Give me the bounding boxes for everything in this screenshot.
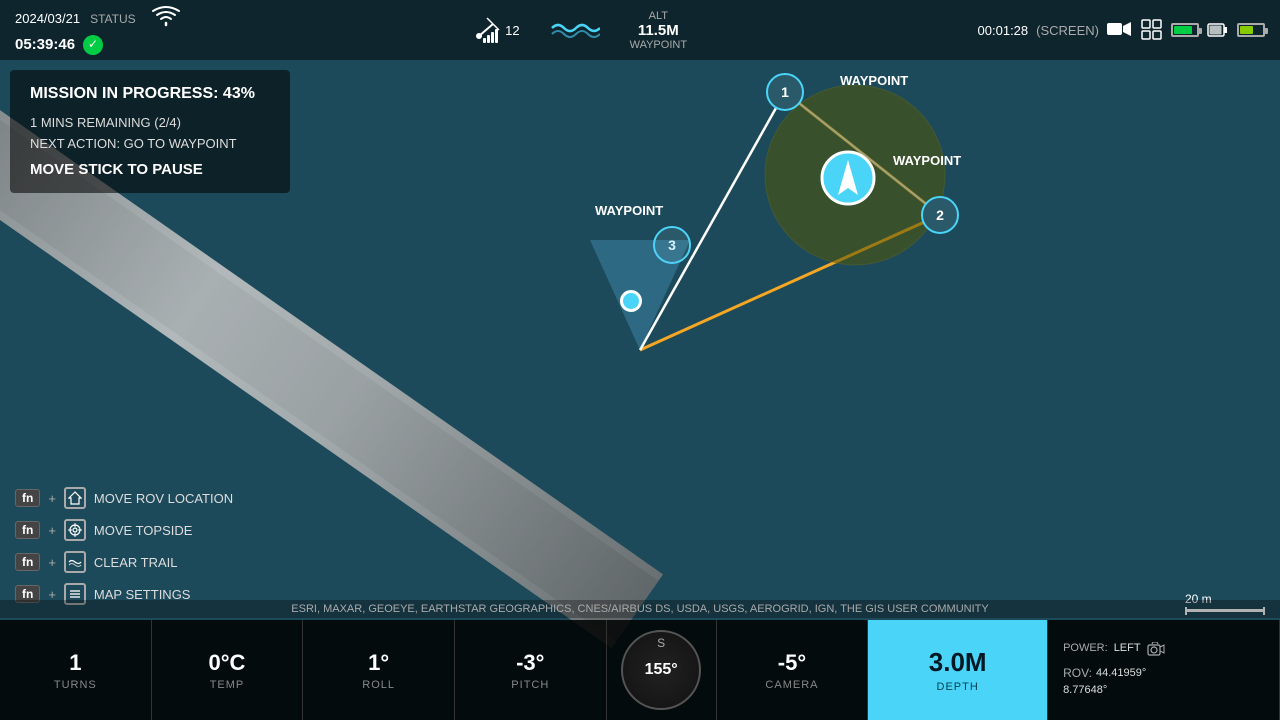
svg-text:WAYPOINT: WAYPOINT xyxy=(840,73,908,88)
time-display: 05:39:46 xyxy=(15,34,75,55)
turns-stat: 1 TURNS xyxy=(0,620,152,720)
depth-value: 3.0M xyxy=(929,647,987,678)
power-side: LEFT xyxy=(1114,642,1141,661)
shortcut-label-1: MOVE ROV LOCATION xyxy=(94,491,233,506)
compass-circle: S 155° xyxy=(621,630,701,710)
screen-timer: 00:01:28 xyxy=(978,23,1029,38)
plus-3: + xyxy=(48,555,56,570)
camera-icon xyxy=(1147,642,1165,661)
move-stick-label: MOVE STICK TO PAUSE xyxy=(30,161,270,178)
rov-coords-panel: POWER: LEFT ROV: 44.41959° 8.77648° xyxy=(1048,620,1280,720)
rov-dot xyxy=(620,290,642,312)
shortcuts-panel: fn + MOVE ROV LOCATION fn + MOVE TOPSIDE… xyxy=(15,487,233,615)
grid-icon xyxy=(1141,19,1163,41)
depth-label: DEPTH xyxy=(937,681,979,693)
shortcut-label-2: MOVE TOPSIDE xyxy=(94,523,193,538)
house-icon xyxy=(64,487,86,509)
status-label: STATUS xyxy=(90,11,136,28)
power-label: POWER: xyxy=(1063,642,1108,661)
screen-label: (SCREEN) xyxy=(1036,23,1099,38)
waypoint-label-top: WAYPOINT xyxy=(630,39,687,51)
camera-label: CAMERA xyxy=(765,679,818,691)
shortcut-move-topside: fn + MOVE TOPSIDE xyxy=(15,519,233,541)
satellite-count: 12 xyxy=(505,23,519,38)
mission-remaining: 1 MINS REMAINING (2/4) xyxy=(30,115,270,130)
turns-value: 1 xyxy=(69,650,81,676)
satellite-info: 12 xyxy=(471,16,519,44)
battery-1 xyxy=(1171,23,1199,37)
svg-text:2: 2 xyxy=(936,207,944,223)
altitude-display: ALT 11.5M WAYPOINT xyxy=(630,10,687,51)
target-icon xyxy=(64,519,86,541)
battery-2 xyxy=(1237,23,1265,37)
svg-text:WAYPOINT: WAYPOINT xyxy=(893,153,961,168)
fn-key-1: fn xyxy=(15,489,40,507)
compass-s-label: S xyxy=(657,636,665,650)
shortcut-label-3: CLEAR TRAIL xyxy=(94,555,178,570)
waves-icon xyxy=(550,14,600,47)
compass-value: 155° xyxy=(645,661,678,679)
pitch-label: PITCH xyxy=(511,679,549,691)
plus-2: + xyxy=(48,523,56,538)
svg-text:WAYPOINT: WAYPOINT xyxy=(595,203,663,218)
topbar: 2024/03/21 STATUS 05:39:46 ✓ xyxy=(0,0,1280,60)
rov-lat: 44.41959° xyxy=(1096,667,1146,679)
temp-value: 0°C xyxy=(209,650,246,676)
topbar-datetime: 2024/03/21 STATUS 05:39:46 ✓ xyxy=(15,5,181,55)
camera-value: -5° xyxy=(778,650,806,676)
attribution-bar: ESRI, MAXAR, GEOEYE, EARTHSTAR GEOGRAPHI… xyxy=(0,600,1280,618)
turns-label: TURNS xyxy=(54,679,97,691)
wave-icon xyxy=(64,551,86,573)
svg-text:1: 1 xyxy=(781,84,789,100)
svg-text:3: 3 xyxy=(668,237,676,253)
screen-recorder: 00:01:28 (SCREEN) xyxy=(978,20,1131,41)
fn-key-3: fn xyxy=(15,553,40,571)
fn-key-2: fn xyxy=(15,521,40,539)
camera-stat: -5° CAMERA xyxy=(717,620,869,720)
mission-next-action: NEXT ACTION: GO TO WAYPOINT xyxy=(30,136,270,151)
shortcut-move-rov: fn + MOVE ROV LOCATION xyxy=(15,487,233,509)
plus-1: + xyxy=(48,491,56,506)
date-display: 2024/03/21 xyxy=(15,10,80,28)
temp-label: TEMP xyxy=(210,679,245,691)
compass-container: S 155° xyxy=(607,620,717,720)
shortcut-clear-trail: fn + CLEAR TRAIL xyxy=(15,551,233,573)
pitch-stat: -3° PITCH xyxy=(455,620,607,720)
topbar-center: 12 ALT 11.5M WAYPOINT xyxy=(471,10,687,51)
battery-swap-icon xyxy=(1207,21,1229,39)
roll-stat: 1° ROLL xyxy=(303,620,455,720)
temp-stat: 0°C TEMP xyxy=(152,620,304,720)
status-check: ✓ xyxy=(83,35,103,55)
roll-label: ROLL xyxy=(362,679,395,691)
bottom-bar: 1 TURNS 0°C TEMP 1° ROLL -3° PITCH S 155… xyxy=(0,620,1280,720)
wifi-icon xyxy=(151,5,181,34)
depth-stat: 3.0M DEPTH xyxy=(868,620,1048,720)
rov-lon: 8.77648° xyxy=(1063,684,1107,696)
pitch-value: -3° xyxy=(516,650,544,676)
video-icon xyxy=(1107,20,1131,41)
topbar-right: 00:01:28 (SCREEN) xyxy=(978,19,1265,41)
roll-value: 1° xyxy=(368,650,389,676)
alt-value: 11.5M xyxy=(630,22,687,39)
rov-label: ROV: xyxy=(1063,666,1092,680)
mission-progress-text: MISSION IN PROGRESS: 43% xyxy=(30,85,270,103)
alt-label: ALT xyxy=(630,10,687,22)
battery-group xyxy=(1141,19,1265,41)
mission-panel: MISSION IN PROGRESS: 43% 1 MINS REMAININ… xyxy=(10,70,290,193)
